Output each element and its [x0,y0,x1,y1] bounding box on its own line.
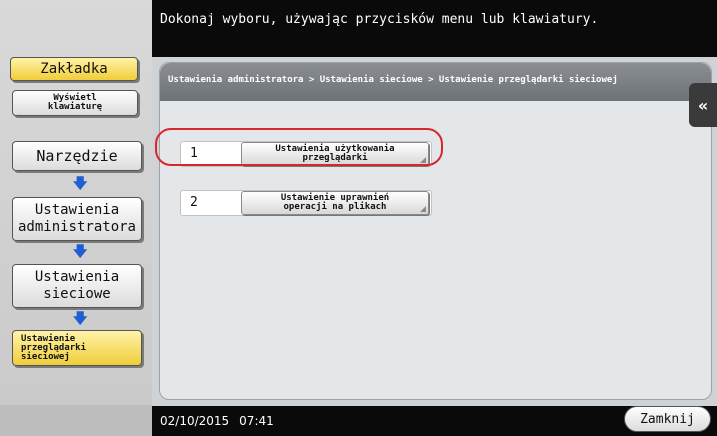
sidebar-footer [0,405,152,436]
sidebar-item-network-settings-label: Ustawienia sieciowe [34,269,120,302]
file-operation-permission-button[interactable]: Ustawienie uprawnień operacji na plikach [241,191,429,215]
sidebar: Zakładka Wyświetl klawiaturę Narzędzie 🡇… [0,0,152,436]
screen: Zakładka Wyświetl klawiaturę Narzędzie 🡇… [0,0,717,436]
sidebar-item-tools-label: Narzędzie [36,147,118,165]
sidebar-item-web-browser-setting[interactable]: Ustawienie przeglądarki sieciowej [12,330,142,366]
bookmark-label: Zakładka [40,61,108,77]
option-label: Ustawienie uprawnień operacji na plikach [280,193,390,212]
double-chevron-left-icon[interactable]: « [689,83,717,127]
highlight-outline [155,128,443,166]
content-area: Ustawienia administratora > Ustawienia s… [159,62,712,400]
close-button-label: Zamknij [640,411,695,427]
option-number: 2 [190,195,198,210]
sidebar-item-web-browser-setting-label: Ustawienie przeglądarki sieciowej [21,333,87,362]
sidebar-item-network-settings[interactable]: Ustawienia sieciowe [12,264,142,308]
corner-triangle-icon [420,206,426,212]
date-time: 02/10/2015 07:41 [160,414,274,428]
bookmark-button[interactable]: Zakładka [10,57,138,81]
option-row-2: 2 Ustawienie uprawnień operacji na plika… [180,190,432,216]
message-bar: Dokonaj wyboru, używając przycisków menu… [152,0,717,57]
down-arrow-icon: 🡇 [73,244,88,260]
sidebar-item-admin-settings[interactable]: Ustawienia administratora [12,197,142,241]
show-keyboard-label: Wyświetl klawiaturę [47,93,103,112]
main-panel: Ustawienia administratora > Ustawienia s… [152,57,717,406]
sidebar-item-admin-settings-label: Ustawienia administratora [17,202,136,235]
breadcrumb: Ustawienia administratora > Ustawienia s… [160,63,711,101]
breadcrumb-text: Ustawienia administratora > Ustawienia s… [168,75,618,85]
close-button[interactable]: Zamknij [624,406,711,432]
time-text: 07:41 [239,414,274,428]
sidebar-item-tools[interactable]: Narzędzie [12,141,142,171]
date-text: 02/10/2015 [160,414,230,428]
down-arrow-icon: 🡇 [73,176,88,192]
down-arrow-icon: 🡇 [73,311,88,327]
show-keyboard-button[interactable]: Wyświetl klawiaturę [12,90,138,116]
status-bar: 02/10/2015 07:41 Zamknij [152,406,717,436]
instruction-message: Dokonaj wyboru, używając przycisków menu… [160,12,599,27]
